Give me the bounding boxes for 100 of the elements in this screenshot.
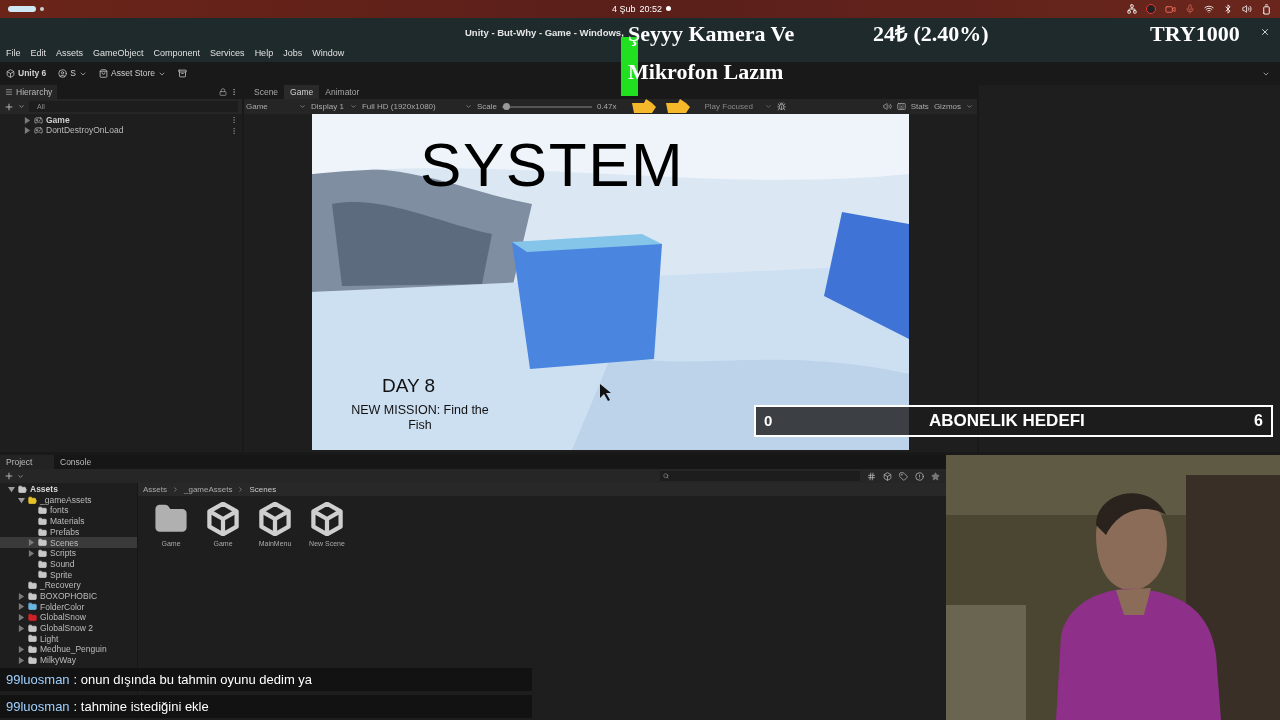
scene-icon [34,126,43,136]
asset-store-dropdown[interactable]: Asset Store [99,67,166,80]
view-dropdown[interactable]: Game [246,100,306,113]
folder-name: GlobalSnow 2 [40,624,93,633]
menu-item[interactable]: Help [254,46,274,61]
tree-item[interactable]: fonts [0,505,137,517]
more-icon[interactable] [230,126,238,135]
dropdown-caret-icon[interactable] [17,472,24,480]
menu-item[interactable]: Component [153,46,201,61]
folder-name: Assets [30,485,58,494]
archive-icon[interactable] [177,69,187,78]
menu-item[interactable]: File [6,46,21,61]
tree-item[interactable]: GlobalSnow [0,612,137,623]
search-field[interactable] [660,471,860,481]
account-dropdown[interactable]: S [58,67,87,80]
tree-item[interactable]: _Recovery [0,580,137,591]
scale-value: 0.47x [596,100,617,113]
tree-item[interactable]: FolderColor [0,601,137,613]
resolution-dropdown[interactable]: Full HD (1920x1080) [361,100,472,113]
goal-target: 6 [1254,411,1263,431]
stats-button[interactable]: Stats [910,100,929,113]
close-button[interactable] [1260,26,1270,37]
tree-item[interactable]: BOXOPHOBIC [0,590,137,602]
goal-amount-text: TRY1000 [1150,20,1240,48]
tree-item[interactable]: Materials [0,516,137,527]
menu-item[interactable]: Assets [56,46,84,61]
folder-name: _Recovery [40,581,81,590]
more-icon[interactable] [230,88,238,96]
mute-icon[interactable] [882,102,892,111]
view-tab[interactable]: Animator [319,85,366,99]
volume-icon[interactable] [1242,4,1252,14]
folder-name: FolderColor [40,602,85,612]
tree-item[interactable]: Sound [0,558,137,570]
panel-tab[interactable]: Console [54,455,108,469]
scale-label: Scale [476,100,497,113]
dropdown-caret-icon[interactable] [18,103,25,110]
breadcrumb-item[interactable]: _gameAssets [184,483,233,496]
clock-text[interactable]: 20:52 [639,3,663,17]
object-name: DontDestroyOnLoad [46,124,124,138]
view-tab[interactable]: Game [284,85,320,99]
hierarchy-item[interactable]: DontDestroyOnLoad [0,125,242,136]
panel-tab[interactable]: Hierarchy [0,85,58,99]
product-label[interactable]: Unity 6 [6,67,47,80]
star-icon[interactable] [931,471,940,481]
tree-item[interactable]: Prefabs [0,526,137,538]
display-dropdown[interactable]: Display 1 [311,100,357,113]
menu-item[interactable]: Edit [30,46,47,61]
add-icon[interactable] [4,471,14,481]
bug-icon[interactable] [776,102,786,111]
tree-item[interactable]: Assets [0,484,137,495]
menu-item[interactable]: Window [312,46,345,61]
view-tab[interactable]: Scene [248,85,285,99]
cube-icon [6,69,15,78]
scale-slider[interactable] [501,103,592,110]
tree-item[interactable]: Scenes [0,537,137,549]
camera-icon[interactable] [1165,3,1176,15]
day-text: DAY 8 [382,376,436,395]
alert-icon[interactable] [915,471,924,481]
panel-tab[interactable]: Project [0,455,54,469]
scene-icon [258,502,292,536]
tree-item[interactable]: Scripts [0,548,137,559]
play-mode-dropdown[interactable]: Play Focused [704,100,772,113]
tree-item[interactable]: Light [0,633,137,645]
bag-icon [99,69,108,78]
tree-item[interactable]: _gameAssets [0,494,137,506]
scene-icon [206,502,240,536]
caret-icon [349,103,357,110]
tree-item[interactable]: Medhue_Penguin [0,644,137,655]
battery-icon[interactable] [1261,3,1272,15]
menu-item[interactable]: Services [210,46,245,61]
breadcrumb-item[interactable]: Assets [143,483,167,496]
microphone-icon[interactable] [1185,4,1195,14]
chevron-right-icon [172,486,179,493]
search-scope-icon[interactable] [867,471,876,481]
lock-icon[interactable] [219,88,227,96]
date-text[interactable]: 4 Şub [612,3,636,17]
breadcrumb-item[interactable]: Scenes [249,483,277,496]
tree-item[interactable]: Sprite [0,569,137,581]
gizmos-dropdown[interactable]: Gizmos [933,100,973,113]
window-title: Unity - But-Why - Game - Windows, [465,26,624,40]
caret-icon [299,103,306,110]
tree-item[interactable]: GlobalSnow 2 [0,622,137,634]
hierarchy-item[interactable]: Game [0,115,242,126]
workspace-indicator-icon[interactable] [8,6,36,12]
slider-thumb[interactable] [503,103,511,110]
filter-type-icon[interactable] [883,471,892,481]
chat-text: : tahmine istediğini ekle [73,697,209,716]
folder-name: fonts [50,506,69,515]
more-icon[interactable] [230,116,238,125]
bluetooth-icon[interactable] [1223,4,1233,14]
goal-current: 0 [764,410,774,431]
goal-title: ABONELIK HEDEFI [929,410,1085,433]
add-icon[interactable] [4,101,14,112]
keyboard-icon[interactable] [896,102,906,111]
record-icon[interactable] [1146,4,1156,14]
tag-icon[interactable] [899,471,908,481]
menu-item[interactable]: GameObject [93,46,144,61]
tree-item[interactable]: MilkyWay [0,655,137,666]
menu-item[interactable]: Jobs [283,46,303,61]
wifi-icon[interactable] [1204,4,1214,14]
